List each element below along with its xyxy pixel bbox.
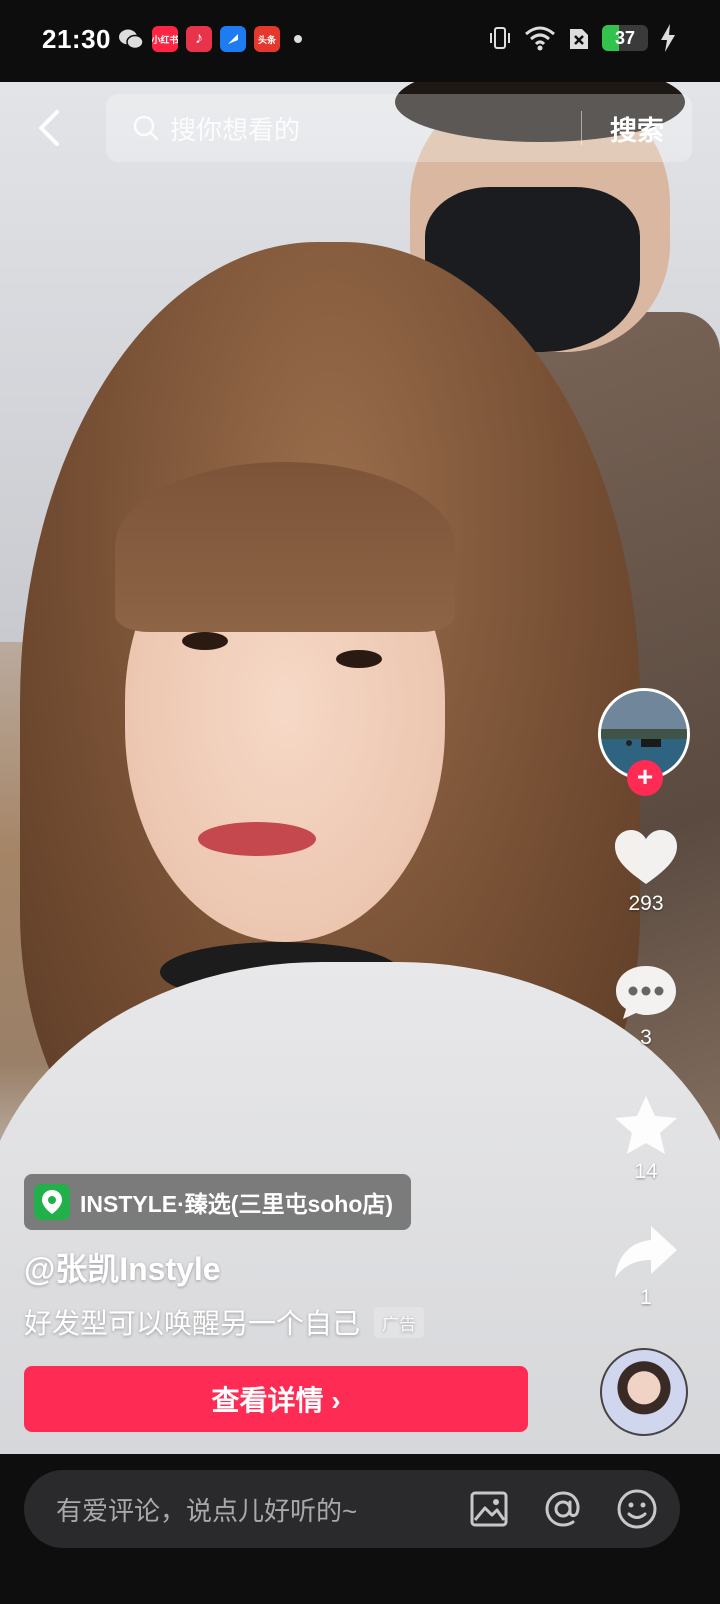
emoji-button[interactable] xyxy=(614,1486,660,1532)
location-pin-icon xyxy=(34,1184,70,1220)
smiley-icon xyxy=(617,1489,657,1529)
ad-badge: 广告 xyxy=(374,1306,425,1338)
battery-level: 37 xyxy=(614,28,636,48)
view-details-button[interactable]: 查看详情 › xyxy=(24,1366,528,1432)
comment-icon xyxy=(616,966,676,1019)
search-bar[interactable]: 搜你想看的 搜索 xyxy=(106,94,692,162)
wechat-icon xyxy=(119,29,144,50)
location-tag[interactable]: INSTYLE·臻选(三里屯soho店) xyxy=(24,1174,412,1230)
video-right-eye xyxy=(336,650,382,668)
favorite-count: 14 xyxy=(634,1160,658,1183)
like-button[interactable]: 293 xyxy=(598,828,694,916)
status-bar: 21:30 小红书 ♪ 头条 37 xyxy=(0,0,720,82)
toutiao-icon: 头条 xyxy=(254,26,280,52)
share-count: 1 xyxy=(640,1286,652,1309)
image-icon xyxy=(470,1491,508,1527)
blue-app-icon xyxy=(220,26,246,52)
like-count: 293 xyxy=(628,892,664,915)
search-input[interactable]: 搜你想看的 xyxy=(170,110,581,147)
follow-plus-button[interactable]: + xyxy=(627,760,663,796)
comment-input[interactable]: 有爱评论，说点儿好听的~ xyxy=(56,1491,466,1528)
no-sim-icon xyxy=(570,29,588,49)
more-notifications-dot xyxy=(294,35,302,43)
heart-icon xyxy=(615,830,677,884)
location-label: INSTYLE·臻选(三里屯soho店) xyxy=(80,1191,394,1217)
comment-count: 3 xyxy=(640,1026,652,1049)
battery-indicator: 37 xyxy=(602,25,648,51)
video-woman-bangs xyxy=(115,462,455,632)
status-system-icons: 37 xyxy=(488,24,676,52)
video-caption: 好发型可以唤醒另一个自己 广告 xyxy=(24,1302,425,1342)
comment-bar: 有爱评论，说点儿好听的~ xyxy=(0,1454,720,1604)
image-picker-button[interactable] xyxy=(466,1486,512,1532)
back-button[interactable] xyxy=(26,104,74,152)
search-button[interactable]: 搜索 xyxy=(582,109,692,148)
wifi-icon xyxy=(525,26,555,51)
mention-button[interactable] xyxy=(540,1486,586,1532)
music-disc-icon[interactable] xyxy=(600,1348,688,1436)
vibrate-icon xyxy=(490,27,510,49)
share-button[interactable]: 1 xyxy=(598,1224,694,1310)
share-arrow-icon xyxy=(615,1226,677,1278)
author-name[interactable]: @张凯Instyle xyxy=(24,1244,221,1290)
favorite-button[interactable]: 14 xyxy=(598,1094,694,1184)
comment-button[interactable]: 3 xyxy=(598,962,694,1050)
status-notification-icons: 小红书 ♪ 头条 xyxy=(118,26,302,52)
caption-text: 好发型可以唤醒另一个自己 xyxy=(24,1308,361,1339)
chevron-left-icon xyxy=(39,110,59,146)
video-lips xyxy=(198,822,316,856)
xiaohongshu-icon: 小红书 xyxy=(152,26,178,52)
comment-box[interactable]: 有爱评论，说点儿好听的~ xyxy=(24,1470,680,1548)
video-left-eye xyxy=(182,632,228,650)
star-icon xyxy=(615,1096,677,1154)
music-app-icon: ♪ xyxy=(186,26,212,52)
charging-icon xyxy=(661,24,675,52)
at-sign-icon xyxy=(545,1491,580,1527)
status-time: 21:30 xyxy=(42,24,111,54)
search-icon xyxy=(133,115,159,141)
